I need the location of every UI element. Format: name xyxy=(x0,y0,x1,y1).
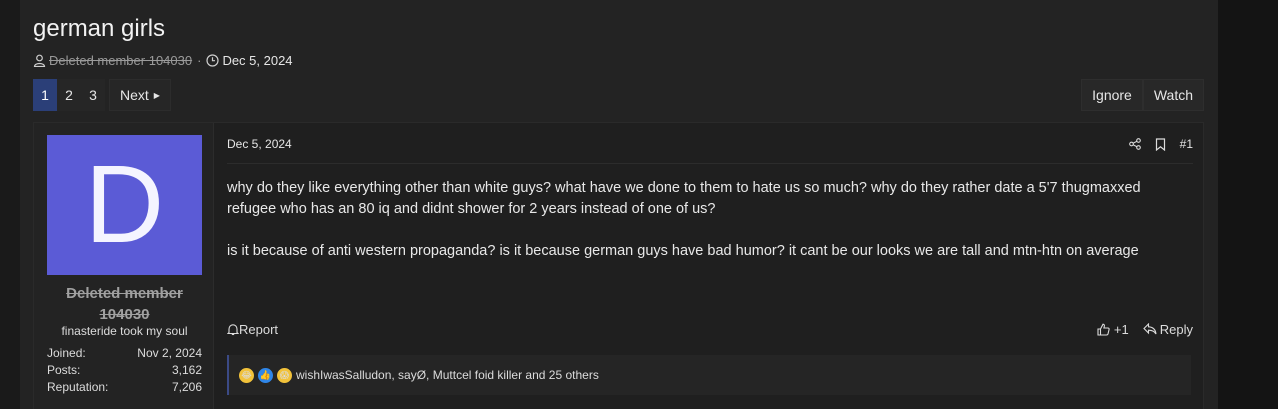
post-header-divider xyxy=(227,163,1193,164)
report-label: Report xyxy=(239,321,279,337)
post-paragraph: why do they like everything other than w… xyxy=(227,180,1141,217)
laughing-emoji-icon: 😂 xyxy=(239,367,254,383)
user-title: finasteride took my soul xyxy=(61,324,188,338)
like-button[interactable]: +1 xyxy=(1097,322,1129,337)
thread-author-link[interactable]: Deleted member 104030 xyxy=(49,53,192,68)
avatar[interactable]: D xyxy=(47,135,202,275)
post-header: Dec 5, 2024 #1 xyxy=(227,135,1193,153)
post-paragraph: is it because of anti western propaganda… xyxy=(227,243,1139,259)
stat-row-posts: Posts: 3,162 xyxy=(47,361,202,378)
thread-date-link[interactable]: Dec 5, 2024 xyxy=(222,53,292,68)
next-page-button[interactable]: Next ▶ xyxy=(109,79,171,111)
post-number-link[interactable]: #1 xyxy=(1180,137,1193,151)
page-right-gutter xyxy=(1218,0,1278,409)
post-body: why do they like everything other than w… xyxy=(227,178,1193,283)
post-username[interactable]: Deleted member 104030 xyxy=(42,283,207,325)
reply-icon xyxy=(1142,323,1157,335)
thread-container: german girls Deleted member 104030 · Dec… xyxy=(20,0,1218,409)
reply-label: Reply xyxy=(1159,321,1193,337)
post-user-panel: D Deleted member 104030 finasteride took… xyxy=(34,123,214,409)
clock-icon xyxy=(206,53,220,67)
post-message: D Deleted member 104030 finasteride took… xyxy=(33,122,1204,409)
post-tools: #1 xyxy=(1115,137,1193,151)
stat-label: Joined: xyxy=(47,345,86,360)
user-icon xyxy=(33,54,46,67)
share-icon[interactable] xyxy=(1128,138,1141,150)
stat-row-joined: Joined: Nov 2, 2024 xyxy=(47,344,202,361)
bookmark-icon[interactable] xyxy=(1155,137,1166,151)
pagination: 1 2 3 Next ▶ xyxy=(33,79,171,111)
avatar-letter: D xyxy=(84,143,165,266)
thread-meta: Deleted member 104030 · Dec 5, 2024 xyxy=(33,52,293,68)
watch-button[interactable]: Watch xyxy=(1142,79,1204,111)
stat-label: Reputation: xyxy=(47,379,109,394)
stat-row-reputation: Reputation: 7,206 xyxy=(47,378,202,395)
stat-label: Posts: xyxy=(47,362,81,377)
stat-value[interactable]: 3,162 xyxy=(172,363,202,377)
stat-value: 7,206 xyxy=(171,379,202,394)
thread-title: german girls xyxy=(33,15,166,42)
like-reaction-icon: 👍 xyxy=(258,367,273,383)
thread-actions: Ignore Watch xyxy=(1081,79,1204,111)
page-2-link[interactable]: 2 xyxy=(57,79,81,111)
post-footer: Report +1 Reply xyxy=(227,319,1193,339)
next-page-label: Next xyxy=(120,87,149,103)
post-date-link[interactable]: Dec 5, 2024 xyxy=(227,137,292,151)
page-3-link[interactable]: 3 xyxy=(81,79,105,111)
bell-icon xyxy=(227,323,239,335)
page-1-link[interactable]: 1 xyxy=(33,79,57,111)
like-count: +1 xyxy=(1113,321,1129,337)
meta-separator: · xyxy=(197,52,202,68)
user-stats: Joined: Nov 2, 2024 Posts: 3,162 Reputat… xyxy=(47,344,202,395)
thumbs-up-icon xyxy=(1097,323,1110,336)
stat-value: Nov 2, 2024 xyxy=(137,345,202,360)
page-left-gutter xyxy=(0,0,20,409)
post-actions: +1 Reply xyxy=(1083,322,1193,337)
reply-button[interactable]: Reply xyxy=(1142,321,1193,337)
ignore-button[interactable]: Ignore xyxy=(1081,79,1143,111)
shocked-emoji-icon: 😱 xyxy=(277,367,292,383)
reactions-list[interactable]: wishIwasSalludon, sayØ, Muttcel foid kil… xyxy=(296,368,599,382)
reactions-bar[interactable]: 😂 👍 😱 wishIwasSalludon, sayØ, Muttcel fo… xyxy=(227,355,1191,395)
post-content: Dec 5, 2024 #1 why do they like everythi… xyxy=(215,123,1205,409)
report-link[interactable]: Report xyxy=(227,322,278,337)
caret-right-icon: ▶ xyxy=(153,90,160,100)
